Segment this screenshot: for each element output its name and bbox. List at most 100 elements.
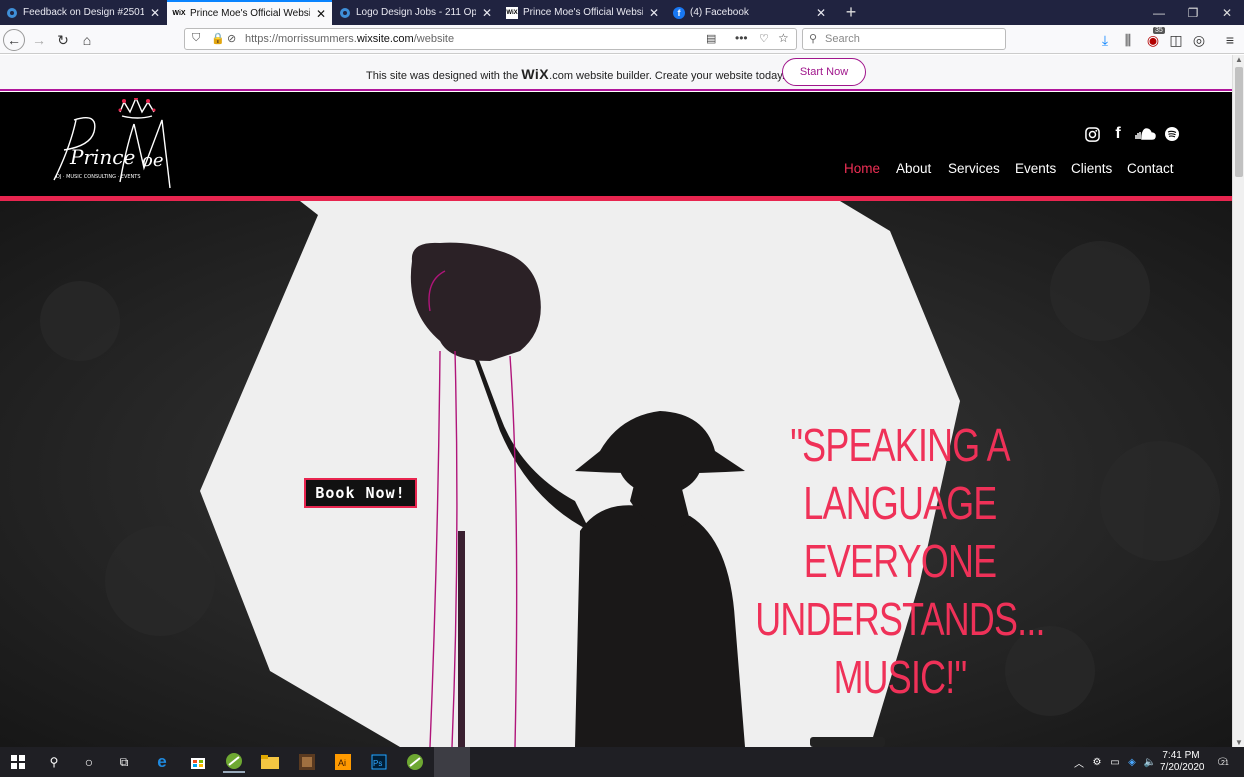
photoshop-icon[interactable]: Ps	[368, 751, 390, 773]
close-tab-icon[interactable]: ✕	[649, 6, 659, 20]
nav-services[interactable]: Services	[948, 161, 1000, 176]
extension-badge: 35	[1153, 27, 1165, 34]
volume-icon[interactable]: 🔈	[1139, 751, 1161, 773]
tracking-icon: ⊘	[227, 33, 237, 45]
minimize-icon[interactable]: —	[1142, 0, 1176, 25]
facebook-icon: f	[673, 6, 685, 19]
tab-facebook[interactable]: f (4) Facebook ✕	[667, 0, 832, 25]
restore-icon[interactable]: ❐	[1176, 0, 1210, 25]
forward-arrow-icon[interactable]: →	[28, 29, 50, 51]
back-arrow-icon[interactable]: ←	[3, 29, 25, 51]
wix-banner-text: This site was designed with the WiX.com …	[366, 66, 785, 82]
system-clock[interactable]: 7:41 PM 7/20/2020	[1160, 750, 1205, 774]
reload-icon[interactable]: ↻	[52, 29, 74, 51]
scroll-up-icon[interactable]: ▲	[1235, 55, 1243, 64]
tab-label: Logo Design Jobs - 211 Open L	[356, 7, 476, 18]
tab-prince-moe-active[interactable]: WiX Prince Moe's Official Website ✕	[167, 0, 332, 25]
search-placeholder: Search	[825, 33, 860, 45]
close-tab-icon[interactable]: ✕	[482, 6, 492, 20]
start-now-button[interactable]: Start Now	[782, 58, 866, 86]
task-view-icon[interactable]: ⧉	[113, 751, 135, 773]
quote-line: LANGUAGE EVERYONE	[803, 477, 997, 587]
active-app-slot[interactable]	[434, 747, 470, 777]
notifications-icon[interactable]: 🗨 21	[1212, 751, 1234, 773]
hero-quote: "SPEAKING A LANGUAGE EVERYONE UNDERSTAND…	[736, 416, 1064, 706]
book-now-button[interactable]: Book Now!	[304, 478, 417, 508]
scroll-thumb[interactable]	[1235, 67, 1243, 177]
sidebar-icon[interactable]: ◫	[1165, 29, 1187, 51]
library-icon[interactable]: ⫼	[1117, 29, 1139, 51]
page-scrollbar[interactable]: ▲ ▼	[1232, 55, 1244, 747]
wix-ad-banner: This site was designed with the WiX.com …	[0, 55, 1232, 91]
nav-home[interactable]: Home	[844, 161, 880, 176]
site-header: Prince oe DJ · MUSIC CONSULTING · EVENTS…	[0, 92, 1232, 196]
close-tab-icon[interactable]: ✕	[316, 7, 326, 21]
tab-prince-moe-2[interactable]: WiX Prince Moe's Official Website - ✕	[500, 0, 665, 25]
menu-icon[interactable]: ≡	[1219, 29, 1241, 51]
quote-line: UNDERSTANDS...	[755, 593, 1045, 645]
svg-text:oe: oe	[142, 150, 164, 171]
svg-text:Ai: Ai	[338, 758, 346, 768]
soundcloud-icon[interactable]	[1134, 126, 1156, 142]
store-icon[interactable]	[187, 751, 209, 773]
quote-line: "SPEAKING A	[790, 419, 1010, 471]
account-icon[interactable]: ◎	[1188, 29, 1210, 51]
reader-view-icon[interactable]: ▤	[706, 32, 716, 45]
quote-line: MUSIC!"	[833, 651, 968, 703]
instagram-icon[interactable]	[1084, 126, 1100, 142]
download-icon[interactable]: ⤓	[1094, 29, 1116, 51]
clock-time: 7:41 PM	[1162, 750, 1200, 761]
clock-date: 7/20/2020	[1160, 762, 1205, 773]
nav-events[interactable]: Events	[1015, 161, 1056, 176]
windows-start-icon[interactable]	[7, 751, 29, 773]
prince-moe-logo[interactable]: Prince oe DJ · MUSIC CONSULTING · EVENTS	[44, 96, 194, 190]
illustrator-icon[interactable]: Ai	[332, 751, 354, 773]
file-explorer-icon[interactable]	[259, 751, 281, 773]
nav-contact[interactable]: Contact	[1127, 161, 1174, 176]
search-bar[interactable]: ⚲ Search	[802, 28, 1006, 50]
page-actions-icon[interactable]: •••	[735, 31, 748, 45]
close-window-icon[interactable]: ✕	[1210, 0, 1244, 25]
nav-clients[interactable]: Clients	[1071, 161, 1112, 176]
spotify-icon[interactable]	[1164, 126, 1180, 142]
windows-taskbar: ⚲ ○ ⧉ e Ai Ps ︿ ⚙ ▭ ◈ 🔈 7:41 PM 7/20/202…	[0, 747, 1244, 777]
tab-label: Prince Moe's Official Website -	[523, 7, 643, 18]
notification-count: 21	[1221, 760, 1229, 767]
url-bar[interactable]: ⛉ 🔒 ⊘ https://morrissummers.wixsite.com/…	[184, 28, 797, 50]
edge-icon[interactable]: e	[151, 751, 173, 773]
lock-icon: 🔒	[211, 33, 225, 45]
app-green-icon[interactable]	[223, 751, 245, 773]
scroll-down-icon[interactable]: ▼	[1235, 738, 1243, 747]
gear-icon	[6, 7, 18, 19]
bookmark-star-icon[interactable]: ☆	[778, 31, 789, 45]
svg-text:Ps: Ps	[373, 759, 382, 768]
wix-icon: WiX	[506, 6, 518, 19]
wix-icon: WiX	[172, 10, 186, 17]
nav-about[interactable]: About	[896, 161, 931, 176]
extension-icon[interactable]: ◉ 35	[1142, 27, 1165, 51]
home-icon[interactable]: ⌂	[76, 29, 98, 51]
svg-text:DJ · MUSIC CONSULTING · EVENTS: DJ · MUSIC CONSULTING · EVENTS	[56, 174, 141, 180]
search-icon: ⚲	[809, 33, 818, 45]
wix-logo: WiX	[521, 66, 550, 82]
hero-section: Book Now! "SPEAKING A LANGUAGE EVERYONE …	[0, 201, 1232, 747]
new-tab-button[interactable]: +	[834, 0, 868, 25]
tab-label: Prince Moe's Official Website	[190, 8, 310, 19]
tab-feedback[interactable]: Feedback on Design #2501463 ✕	[0, 0, 166, 25]
search-icon[interactable]: ⚲	[43, 751, 65, 773]
gear-icon	[339, 7, 351, 19]
facebook-icon[interactable]: f	[1110, 125, 1126, 142]
tab-logo-design-jobs[interactable]: Logo Design Jobs - 211 Open L ✕	[333, 0, 498, 25]
pocket-icon[interactable]: ♡	[759, 32, 769, 45]
tab-label: (4) Facebook	[690, 7, 749, 18]
app-green-icon[interactable]	[404, 751, 426, 773]
close-tab-icon[interactable]: ✕	[816, 6, 826, 20]
shield-icon: ⛉	[192, 32, 201, 44]
app-media-icon[interactable]	[296, 751, 318, 773]
browser-tab-strip: Feedback on Design #2501463 ✕ WiX Prince…	[0, 0, 1244, 25]
browser-navigation-bar: ← → ↻ ⌂ ⛉ 🔒 ⊘ https://morrissummers.wixs…	[0, 25, 1244, 54]
logo-name-text: Prince	[69, 145, 135, 169]
close-tab-icon[interactable]: ✕	[150, 6, 160, 20]
url-text: https://morrissummers.wixsite.com/websit…	[245, 33, 455, 45]
cortana-icon[interactable]: ○	[78, 751, 100, 773]
